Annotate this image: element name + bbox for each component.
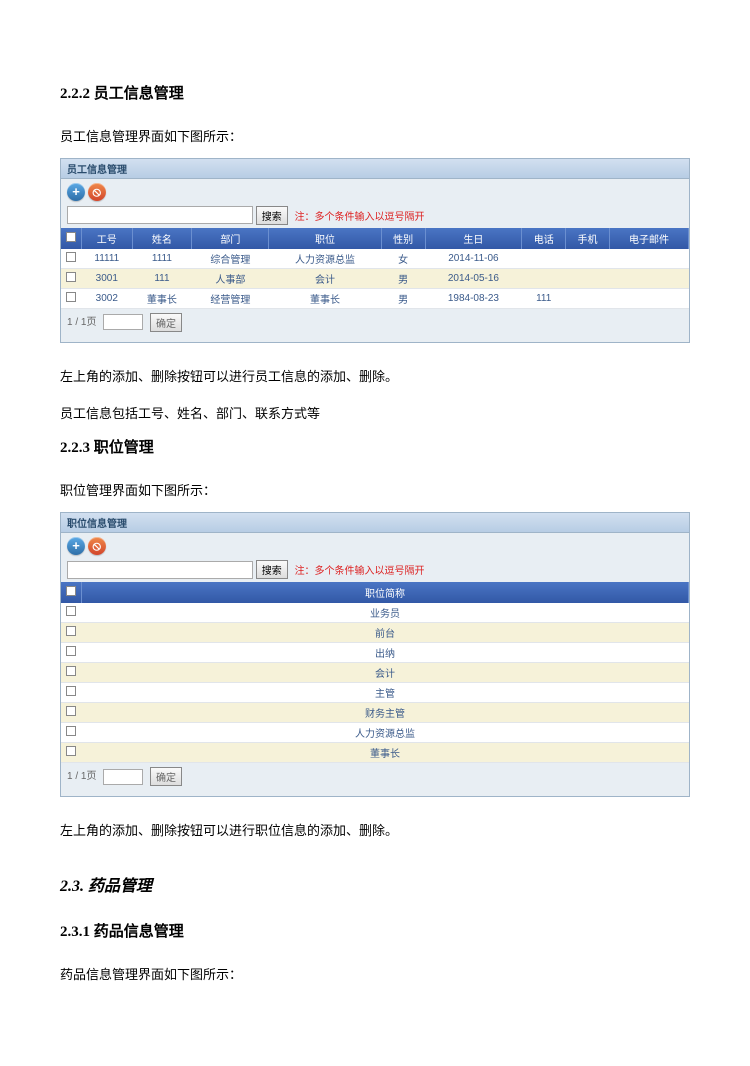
pager-go-button[interactable]: 确定	[150, 313, 182, 332]
pager-label: 1 / 1页	[67, 317, 96, 328]
heading-222: 2.2.2 员工信息管理	[60, 82, 690, 103]
position-panel-title: 职位信息管理	[61, 513, 689, 533]
row-check-icon[interactable]	[66, 726, 76, 736]
position-search-button[interactable]: 搜索	[256, 560, 288, 579]
pager-label: 1 / 1页	[67, 771, 96, 782]
delete-icon[interactable]: ⦸	[88, 537, 106, 555]
intro-231: 药品信息管理界面如下图所示：	[60, 965, 690, 986]
employee-search-hint: 注：多个条件输入以逗号隔开	[295, 212, 425, 223]
employee-search-button[interactable]: 搜索	[256, 206, 288, 225]
row-check-icon[interactable]	[66, 746, 76, 756]
employee-panel-title: 员工信息管理	[61, 159, 689, 179]
col-mobile: 手机	[566, 228, 610, 249]
desc-222-b: 员工信息包括工号、姓名、部门、联系方式等	[60, 404, 690, 425]
col-email: 电子邮件	[609, 228, 688, 249]
pager-input[interactable]	[103, 769, 143, 785]
position-search-hint: 注：多个条件输入以逗号隔开	[295, 566, 425, 577]
pager-input[interactable]	[103, 314, 143, 330]
position-search-row: 搜索 注：多个条件输入以逗号隔开	[61, 557, 689, 582]
table-row[interactable]: 业务员	[61, 603, 689, 623]
pager-go-button[interactable]: 确定	[150, 767, 182, 786]
table-row[interactable]: 人力资源总监	[61, 723, 689, 743]
row-check-icon[interactable]	[66, 252, 76, 262]
add-icon[interactable]: +	[67, 537, 85, 555]
employee-toolbar: + ⦸	[61, 179, 689, 203]
position-pager: 1 / 1页 确定	[61, 763, 689, 796]
position-search-input[interactable]	[67, 561, 253, 579]
table-row[interactable]: 董事长	[61, 743, 689, 763]
employee-search-input[interactable]	[67, 206, 253, 224]
heading-23: 2.3. 药品管理	[60, 872, 690, 896]
delete-icon[interactable]: ⦸	[88, 183, 106, 201]
col-position-name: 职位简称	[82, 582, 689, 603]
position-panel: 职位信息管理 + ⦸ 搜索 注：多个条件输入以逗号隔开 职位简称 业务员 前台 …	[60, 512, 690, 797]
row-check-icon[interactable]	[66, 272, 76, 282]
intro-223: 职位管理界面如下图所示：	[60, 481, 690, 502]
heading-231: 2.3.1 药品信息管理	[60, 920, 690, 941]
row-check-icon[interactable]	[66, 606, 76, 616]
table-row[interactable]: 3001 111 人事部 会计 男 2014-05-16	[61, 268, 689, 288]
heading-223: 2.2.3 职位管理	[60, 436, 690, 457]
table-row[interactable]: 3002 董事长 经营管理 董事长 男 1984-08-23 111	[61, 288, 689, 308]
row-check-icon[interactable]	[66, 292, 76, 302]
position-toolbar: + ⦸	[61, 533, 689, 557]
intro-222: 员工信息管理界面如下图所示：	[60, 127, 690, 148]
col-dept: 部门	[192, 228, 269, 249]
col-id: 工号	[82, 228, 133, 249]
employee-panel: 员工信息管理 + ⦸ 搜索 注：多个条件输入以逗号隔开 工号 姓名 部门 职位 …	[60, 158, 690, 343]
row-check-icon[interactable]	[66, 686, 76, 696]
col-check[interactable]	[61, 228, 82, 249]
row-check-icon[interactable]	[66, 626, 76, 636]
row-check-icon[interactable]	[66, 706, 76, 716]
add-icon[interactable]: +	[67, 183, 85, 201]
row-check-icon[interactable]	[66, 666, 76, 676]
col-gender: 性别	[381, 228, 425, 249]
table-row[interactable]: 财务主管	[61, 703, 689, 723]
table-row[interactable]: 出纳	[61, 643, 689, 663]
col-tel: 电话	[522, 228, 566, 249]
col-check[interactable]	[61, 582, 82, 603]
table-row[interactable]: 11111 1111 综合管理 人力资源总监 女 2014-11-06	[61, 249, 689, 269]
row-check-icon[interactable]	[66, 646, 76, 656]
position-table: 职位简称 业务员 前台 出纳 会计 主管 财务主管 人力资源总监 董事长	[61, 582, 689, 763]
table-row[interactable]: 主管	[61, 683, 689, 703]
col-pos: 职位	[269, 228, 381, 249]
desc-222-a: 左上角的添加、删除按钮可以进行员工信息的添加、删除。	[60, 367, 690, 388]
desc-223: 左上角的添加、删除按钮可以进行职位信息的添加、删除。	[60, 821, 690, 842]
table-row[interactable]: 会计	[61, 663, 689, 683]
col-bday: 生日	[425, 228, 522, 249]
table-row[interactable]: 前台	[61, 623, 689, 643]
employee-pager: 1 / 1页 确定	[61, 309, 689, 342]
employee-table: 工号 姓名 部门 职位 性别 生日 电话 手机 电子邮件 11111 1111 …	[61, 228, 689, 309]
employee-search-row: 搜索 注：多个条件输入以逗号隔开	[61, 203, 689, 228]
col-name: 姓名	[132, 228, 192, 249]
